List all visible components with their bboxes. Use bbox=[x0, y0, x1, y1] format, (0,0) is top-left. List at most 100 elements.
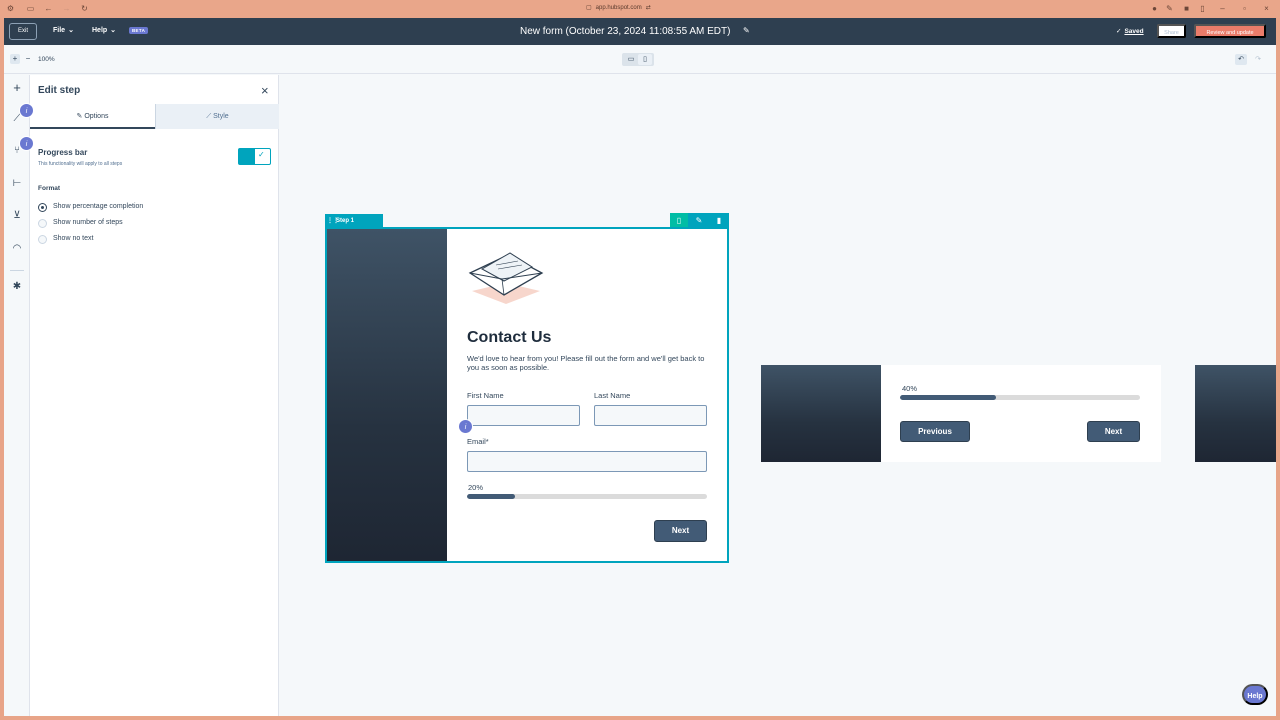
format-option-label: Show no text bbox=[53, 235, 94, 242]
last-name-label: Last Name bbox=[594, 391, 631, 400]
edit-pencil-icon[interactable]: ✎ bbox=[690, 213, 708, 228]
info-badge-icon[interactable]: i bbox=[19, 136, 34, 151]
panel-tabs: ✎ Options ⟋ Style bbox=[30, 104, 279, 129]
extension-icon[interactable]: ● bbox=[1150, 5, 1159, 13]
saved-label[interactable]: Saved bbox=[1124, 28, 1143, 35]
forward-icon[interactable]: → bbox=[62, 5, 71, 13]
chevron-down-icon: ⌄ bbox=[110, 27, 117, 34]
edit-step-panel: Edit step × ✎ Options ⟋ Style Progress b… bbox=[30, 75, 279, 716]
exit-button[interactable]: Exit bbox=[9, 23, 37, 40]
help-menu[interactable]: Help ⌄ bbox=[92, 26, 116, 34]
maximize-icon[interactable]: ▫ bbox=[1240, 5, 1249, 13]
back-icon[interactable]: ← bbox=[44, 5, 53, 13]
chevron-down-icon: ⌄ bbox=[68, 27, 74, 34]
panel-title: Edit step bbox=[38, 85, 81, 96]
step-actions: ▯ ✎ ▮ bbox=[670, 213, 729, 228]
next-button[interactable]: Next bbox=[654, 520, 707, 542]
progress-text: 20% bbox=[468, 483, 484, 492]
drag-handle-icon[interactable]: ⋮⋮ bbox=[327, 214, 339, 228]
add-icon[interactable]: + bbox=[11, 81, 23, 94]
left-icon-rail: + ⟋ ⑂ ⊢ ⊻ ◠ ✱ bbox=[4, 75, 30, 716]
zoom-level: 100% bbox=[38, 56, 55, 63]
tab-options-label: Options bbox=[84, 113, 109, 120]
app-frame: Exit File ⌄ Help ⌄ BETA New form (October … bbox=[4, 18, 1276, 716]
duplicate-icon[interactable]: ▯ bbox=[670, 213, 688, 228]
close-icon[interactable]: × bbox=[261, 83, 269, 98]
undo-icon[interactable]: ↶ bbox=[1235, 54, 1247, 65]
reload-icon[interactable]: ↻ bbox=[80, 5, 89, 13]
panel-icon[interactable]: ▯ bbox=[1198, 5, 1207, 13]
radio-button[interactable] bbox=[38, 203, 47, 212]
last-name-input[interactable] bbox=[594, 405, 707, 426]
rail-divider bbox=[10, 270, 24, 271]
step-1-tab[interactable]: ⋮⋮ Step 1 bbox=[325, 214, 383, 228]
form-canvas: ⋮⋮ Step 1 ▯ ✎ ▮ Contact Us We'd love to h… bbox=[280, 75, 1276, 716]
tab-style-label: Style bbox=[213, 113, 229, 120]
step-3-side-image bbox=[1195, 365, 1276, 462]
progress-bar-label: Progress bar bbox=[38, 148, 88, 157]
tab-options[interactable]: ✎ Options bbox=[30, 104, 155, 129]
check-icon: ✓ bbox=[1116, 28, 1122, 35]
gauge-icon[interactable]: ◠ bbox=[11, 243, 23, 255]
mobile-view-icon[interactable]: ▯ bbox=[638, 54, 652, 65]
step-2-next-button[interactable]: Next bbox=[1087, 421, 1140, 442]
progress-bar-description: This functionality will apply to all ste… bbox=[38, 161, 123, 167]
progress-bar-toggle[interactable]: ✓ bbox=[238, 148, 271, 165]
redo-icon[interactable]: ↷ bbox=[1252, 54, 1264, 65]
lock-icon: ▢ bbox=[586, 5, 592, 11]
device-toggle: ▭ ▯ bbox=[622, 53, 654, 66]
toggle-knob bbox=[239, 149, 255, 164]
help-menu-label: Help bbox=[92, 27, 108, 34]
progress-fill bbox=[467, 494, 515, 499]
workflow-icon[interactable]: ⊻ bbox=[11, 210, 23, 222]
url-text: app.hubspot.com bbox=[595, 5, 642, 11]
gear-icon[interactable]: ✱ bbox=[11, 281, 23, 293]
browser-chrome: ⚙ ▭ ← → ↻ ▢ app.hubspot.com ⇄ ● ✎ ■ ▯ – ▫ … bbox=[0, 0, 1280, 18]
progress-fill bbox=[900, 395, 996, 400]
close-window-icon[interactable]: × bbox=[1262, 5, 1271, 13]
hierarchy-icon[interactable]: ⊢ bbox=[11, 178, 23, 190]
email-input[interactable] bbox=[467, 451, 707, 472]
zoom-out-button[interactable]: − bbox=[23, 54, 33, 64]
first-name-label: First Name bbox=[467, 391, 504, 400]
sidebar-toggle-icon[interactable]: ▭ bbox=[26, 5, 35, 13]
first-name-input[interactable] bbox=[467, 405, 580, 426]
radio-button[interactable] bbox=[38, 235, 47, 244]
email-label: Email* bbox=[467, 437, 489, 446]
format-option-label: Show percentage completion bbox=[53, 203, 144, 210]
step-2-card[interactable]: 40% Previous Next bbox=[881, 365, 1161, 462]
minimize-icon[interactable]: – bbox=[1218, 5, 1227, 13]
browser-menu-icon[interactable]: ⚙ bbox=[6, 5, 15, 13]
help-button[interactable]: Help bbox=[1242, 684, 1268, 705]
editor-toolbar: + − 100% ▭ ▯ ↶ ↷ bbox=[4, 45, 1276, 74]
site-settings-icon[interactable]: ⇄ bbox=[646, 5, 651, 11]
review-and-update-button[interactable]: Review and update bbox=[1194, 24, 1266, 38]
beta-badge: BETA bbox=[129, 27, 149, 34]
check-icon: ✓ bbox=[258, 150, 265, 159]
envelope-illustration bbox=[468, 252, 544, 304]
top-bar: Exit File ⌄ Help ⌄ BETA New form (October … bbox=[4, 18, 1276, 45]
desktop-view-icon[interactable]: ▭ bbox=[624, 54, 638, 65]
tab-style[interactable]: ⟋ Style bbox=[155, 104, 279, 129]
file-menu[interactable]: File ⌄ bbox=[53, 26, 74, 34]
info-badge-icon[interactable]: i bbox=[458, 419, 473, 434]
delete-icon[interactable]: ▮ bbox=[710, 213, 728, 228]
step-2-progress-text: 40% bbox=[902, 384, 918, 393]
form-heading: Contact Us bbox=[467, 329, 552, 346]
form-title[interactable]: New form (October 23, 2024 11:08:55 AM E… bbox=[520, 26, 730, 37]
progress-bar bbox=[467, 494, 707, 499]
address-bar[interactable]: ▢ app.hubspot.com ⇄ bbox=[586, 4, 651, 11]
previous-button[interactable]: Previous bbox=[900, 421, 970, 442]
share-button[interactable]: Share bbox=[1157, 24, 1186, 38]
edit-title-pencil-icon[interactable]: ✎ bbox=[743, 26, 750, 35]
file-menu-label: File bbox=[53, 27, 66, 34]
step-1-card[interactable]: Contact Us We'd love to hear from you! P… bbox=[325, 227, 729, 563]
pen-extension-icon[interactable]: ✎ bbox=[1165, 5, 1174, 13]
side-image bbox=[327, 229, 447, 561]
info-badge-icon[interactable]: i bbox=[19, 103, 34, 118]
orange-extension-icon[interactable]: ■ bbox=[1182, 5, 1191, 13]
form-description: We'd love to hear from you! Please fill … bbox=[467, 354, 705, 372]
zoom-in-button[interactable]: + bbox=[10, 54, 20, 64]
format-label: Format bbox=[38, 185, 61, 192]
radio-button[interactable] bbox=[38, 219, 47, 228]
